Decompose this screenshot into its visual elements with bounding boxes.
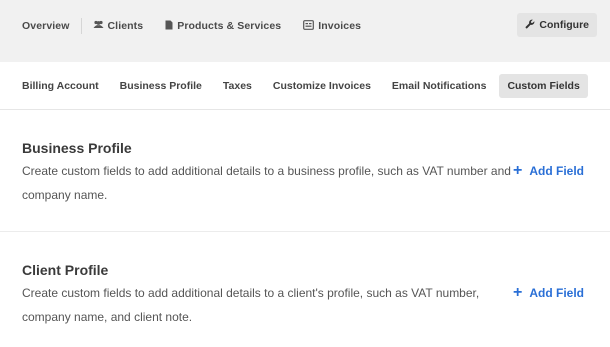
tab-email-notifications[interactable]: Email Notifications bbox=[384, 74, 495, 98]
plus-icon: + bbox=[512, 284, 523, 301]
add-field-button[interactable]: + Add Field bbox=[512, 284, 584, 301]
nav-invoices[interactable]: Invoices bbox=[303, 19, 362, 33]
tab-business-profile[interactable]: Business Profile bbox=[112, 74, 210, 98]
business-profile-section: Business Profile Create custom fields to… bbox=[0, 110, 610, 232]
invoice-icon bbox=[303, 19, 315, 33]
nav-invoices-label: Invoices bbox=[318, 20, 362, 32]
document-icon bbox=[165, 20, 173, 33]
tab-billing-account[interactable]: Billing Account bbox=[14, 74, 107, 98]
top-bar: Overview Clients Products & Services Inv… bbox=[0, 0, 610, 62]
plus-icon: + bbox=[512, 162, 523, 179]
top-navigation: Overview Clients Products & Services Inv… bbox=[0, 0, 361, 52]
add-field-button[interactable]: + Add Field bbox=[512, 162, 584, 179]
nav-overview-label: Overview bbox=[22, 20, 70, 32]
settings-panel: Billing Account Business Profile Taxes C… bbox=[0, 62, 610, 347]
nav-products-services-label: Products & Services bbox=[177, 20, 282, 32]
configure-button[interactable]: Configure bbox=[517, 13, 597, 37]
section-description: Create custom fields to add additional d… bbox=[22, 286, 480, 324]
tab-customize-invoices[interactable]: Customize Invoices bbox=[265, 74, 379, 98]
wrench-icon bbox=[525, 19, 535, 32]
add-field-label: Add Field bbox=[529, 286, 584, 300]
nav-clients-label: Clients bbox=[107, 20, 144, 32]
section-title: Business Profile bbox=[22, 140, 132, 156]
configure-label: Configure bbox=[539, 19, 589, 31]
section-description: Create custom fields to add additional d… bbox=[22, 164, 511, 202]
nav-clients[interactable]: Clients bbox=[93, 20, 144, 32]
nav-overview[interactable]: Overview bbox=[22, 20, 70, 32]
nav-products-services[interactable]: Products & Services bbox=[165, 20, 281, 33]
add-field-label: Add Field bbox=[529, 164, 584, 178]
client-profile-section: Client Profile Create custom fields to a… bbox=[0, 232, 610, 347]
users-icon bbox=[93, 20, 104, 32]
settings-tabs: Billing Account Business Profile Taxes C… bbox=[0, 62, 610, 110]
section-title: Client Profile bbox=[22, 262, 109, 278]
tab-custom-fields[interactable]: Custom Fields bbox=[499, 73, 588, 98]
nav-divider bbox=[80, 18, 82, 34]
tab-taxes[interactable]: Taxes bbox=[215, 74, 260, 98]
